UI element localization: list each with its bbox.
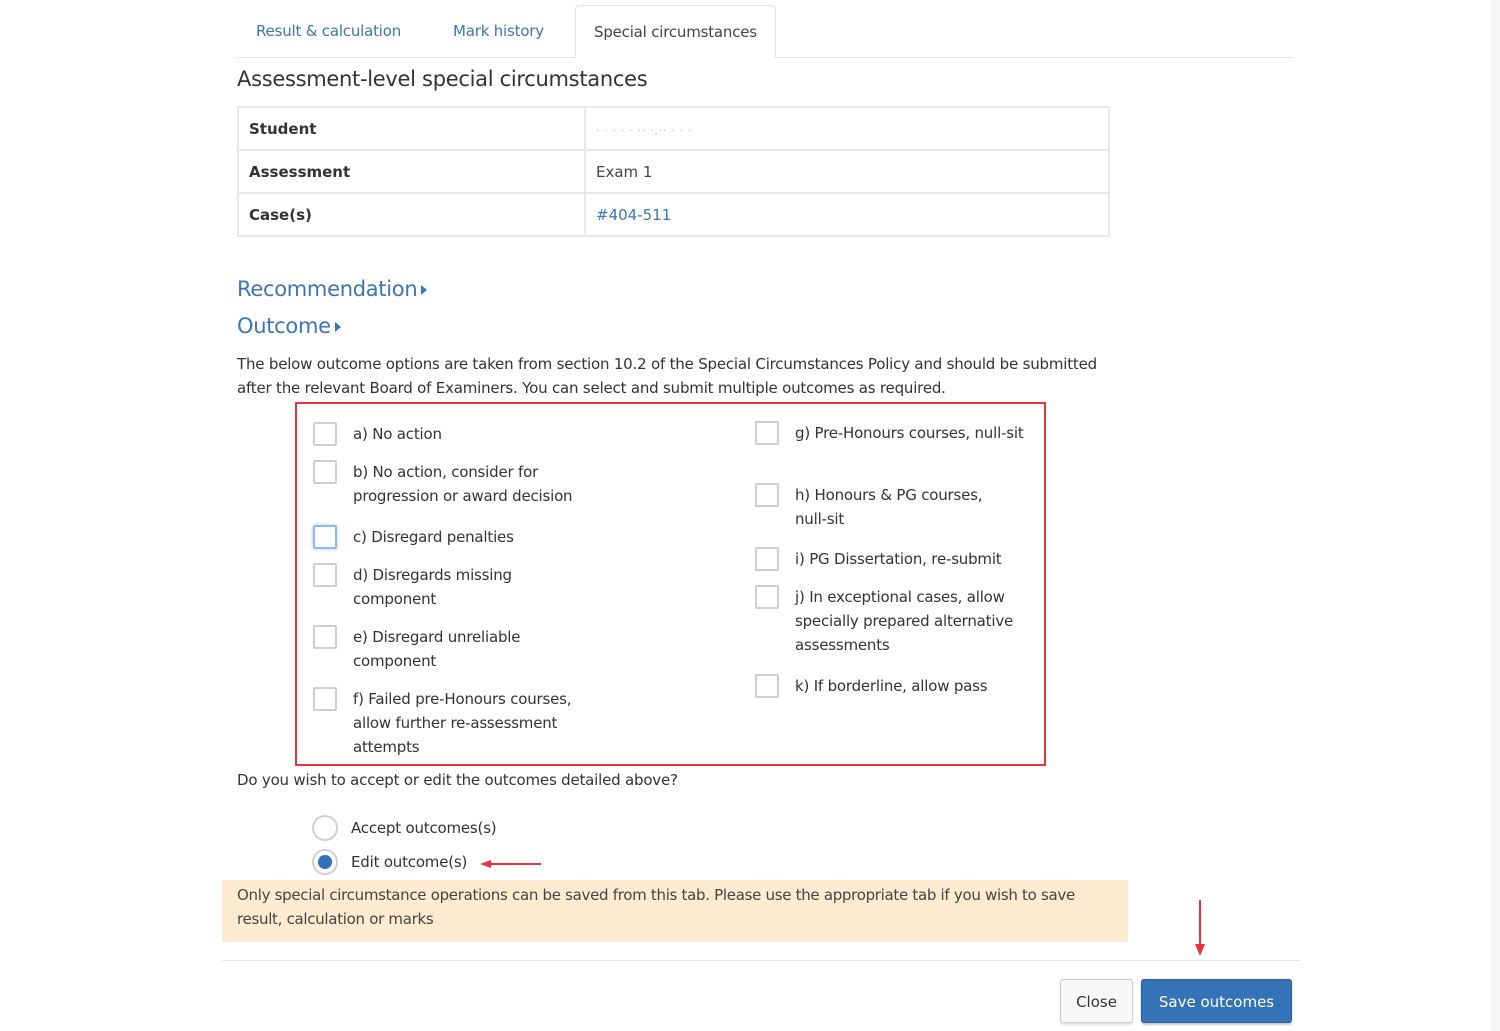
annotation-arrow-down-icon bbox=[1195, 900, 1205, 956]
outcome-option-label: f) Failed pre-Honours courses, allow fur… bbox=[353, 690, 572, 756]
student-value: · · · · · ·· ·,·· · · · bbox=[584, 106, 1110, 151]
save-outcomes-button[interactable]: Save outcomes bbox=[1141, 979, 1292, 1023]
radio-edit[interactable] bbox=[312, 849, 338, 875]
outcome-options-box: a) No action b) No action, consider for … bbox=[295, 402, 1046, 766]
case-link[interactable]: #404-511 bbox=[596, 206, 671, 224]
warning-banner: Only special circumstance operations can… bbox=[222, 880, 1128, 942]
checkbox-e[interactable] bbox=[313, 625, 337, 649]
checkbox-b[interactable] bbox=[313, 460, 337, 484]
outcome-option-label: j) In exceptional cases, allow specially… bbox=[795, 588, 1014, 654]
radio-label: Accept outcomes(s) bbox=[351, 819, 497, 837]
recommendation-toggle[interactable]: Recommendation bbox=[237, 277, 428, 301]
close-button[interactable]: Close bbox=[1060, 979, 1133, 1023]
footer-divider bbox=[222, 960, 1300, 961]
radio-label: Edit outcome(s) bbox=[351, 853, 468, 871]
caret-right-icon bbox=[421, 285, 428, 295]
student-label: Student bbox=[237, 106, 586, 151]
outcome-toggle[interactable]: Outcome bbox=[237, 314, 341, 338]
tab-bar: Result & calculation Mark history Specia… bbox=[237, 5, 1293, 58]
outcome-option-label: h) Honours & PG courses, null-sit bbox=[795, 486, 983, 528]
outcome-label: Outcome bbox=[237, 314, 331, 338]
tab-mark-history[interactable]: Mark history bbox=[453, 5, 544, 56]
checkbox-j[interactable] bbox=[755, 585, 779, 609]
radio-accept[interactable] bbox=[312, 815, 338, 841]
checkbox-i[interactable] bbox=[755, 547, 779, 571]
cases-label: Case(s) bbox=[237, 192, 586, 237]
student-name-redacted: · · · · · ·· ·,·· · · · bbox=[596, 125, 693, 137]
checkbox-g[interactable] bbox=[755, 421, 779, 445]
table-row-assessment: Assessment Exam 1 bbox=[237, 149, 1110, 194]
accept-edit-question: Do you wish to accept or edit the outcom… bbox=[237, 771, 678, 789]
outcome-option-label: g) Pre-Honours courses, null-sit bbox=[795, 424, 1024, 442]
info-table: Student · · · · · ·· ·,·· · · · Assessme… bbox=[237, 106, 1110, 237]
window-edge bbox=[1490, 0, 1500, 1031]
checkbox-d[interactable] bbox=[313, 563, 337, 587]
tab-result-calculation[interactable]: Result & calculation bbox=[256, 5, 401, 56]
outcome-option-label: k) If borderline, allow pass bbox=[795, 677, 988, 695]
table-row-cases: Case(s) #404-511 bbox=[237, 192, 1110, 237]
outcome-option-label: i) PG Dissertation, re-submit bbox=[795, 550, 1002, 568]
cases-value: #404-511 bbox=[584, 192, 1110, 237]
outcome-option-label: d) Disregards missing component bbox=[353, 566, 512, 608]
caret-right-icon bbox=[334, 322, 341, 332]
outcome-option-label: a) No action bbox=[353, 425, 442, 443]
checkbox-k[interactable] bbox=[755, 674, 779, 698]
recommendation-label: Recommendation bbox=[237, 277, 418, 301]
assessment-label: Assessment bbox=[237, 149, 586, 194]
outcome-option-label: c) Disregard penalties bbox=[353, 528, 514, 546]
table-row-student: Student · · · · · ·· ·,·· · · · bbox=[237, 106, 1110, 151]
outcome-option-label: e) Disregard unreliable component bbox=[353, 628, 521, 670]
section-title: Assessment-level special circumstances bbox=[237, 67, 648, 91]
outcome-option-label: b) No action, consider for progression o… bbox=[353, 463, 573, 505]
annotation-arrow-left-icon bbox=[480, 860, 541, 868]
checkbox-h[interactable] bbox=[755, 483, 779, 507]
checkbox-c[interactable] bbox=[313, 525, 337, 549]
checkbox-a[interactable] bbox=[313, 422, 337, 446]
tab-special-circumstances[interactable]: Special circumstances bbox=[575, 5, 776, 58]
outcome-description: The below outcome options are taken from… bbox=[237, 355, 1097, 397]
assessment-value: Exam 1 bbox=[584, 149, 1110, 194]
checkbox-f[interactable] bbox=[313, 687, 337, 711]
